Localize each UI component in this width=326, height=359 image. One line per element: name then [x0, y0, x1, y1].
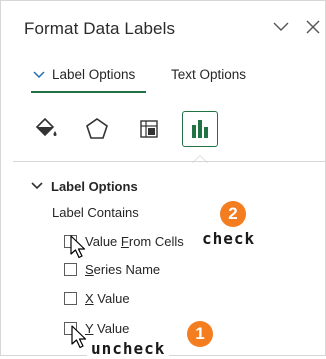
y-value-label: Y Value — [85, 320, 130, 336]
pane-options-button[interactable] — [269, 15, 293, 39]
x-value-checkbox[interactable] — [64, 291, 77, 305]
fill-line-category[interactable] — [27, 111, 63, 147]
chevron-down-icon — [31, 182, 43, 190]
close-icon — [306, 20, 320, 34]
series-name-option[interactable]: Series Name — [64, 260, 160, 278]
close-pane-button[interactable] — [301, 15, 325, 39]
fill-line-icon — [35, 117, 57, 137]
effects-icon — [86, 118, 108, 139]
label-options-icon — [192, 120, 208, 138]
check-callout: check — [198, 229, 260, 249]
x-value-label: X Value — [85, 290, 130, 306]
value-from-cells-label: Value From Cells — [85, 233, 184, 249]
x-value-option[interactable]: X Value — [64, 289, 130, 307]
step-2-badge: 2 — [220, 201, 246, 227]
mouse-pointer-icon — [71, 325, 87, 349]
tab-text-options[interactable]: Text Options — [171, 67, 246, 82]
mouse-pointer-icon — [70, 235, 86, 259]
divider — [13, 161, 325, 162]
size-properties-category[interactable] — [131, 111, 167, 147]
pane-header: Format Data Labels — [1, 1, 326, 57]
active-tab-indicator — [31, 91, 146, 93]
effects-category[interactable] — [79, 111, 115, 147]
label-options-category[interactable] — [182, 111, 218, 147]
chevron-down-icon — [273, 22, 289, 31]
section-title: Label Options — [51, 178, 138, 194]
options-tabs: Label Options Text Options — [1, 61, 326, 95]
pane-title: Format Data Labels — [24, 19, 176, 38]
step-1-badge: 1 — [187, 321, 213, 347]
category-icon-row — [1, 107, 326, 163]
label-options-section-toggle[interactable]: Label Options — [31, 177, 138, 195]
series-name-label: Series Name — [85, 261, 161, 277]
tab-label-options[interactable]: Label Options — [52, 67, 135, 82]
size-properties-icon — [140, 120, 158, 138]
series-name-checkbox[interactable] — [64, 262, 77, 276]
format-pane: Format Data Labels Label Options Text Op… — [0, 0, 326, 359]
chevron-down-icon — [33, 71, 45, 79]
label-contains-heading: Label Contains — [52, 205, 139, 220]
uncheck-callout: uncheck — [87, 339, 170, 359]
